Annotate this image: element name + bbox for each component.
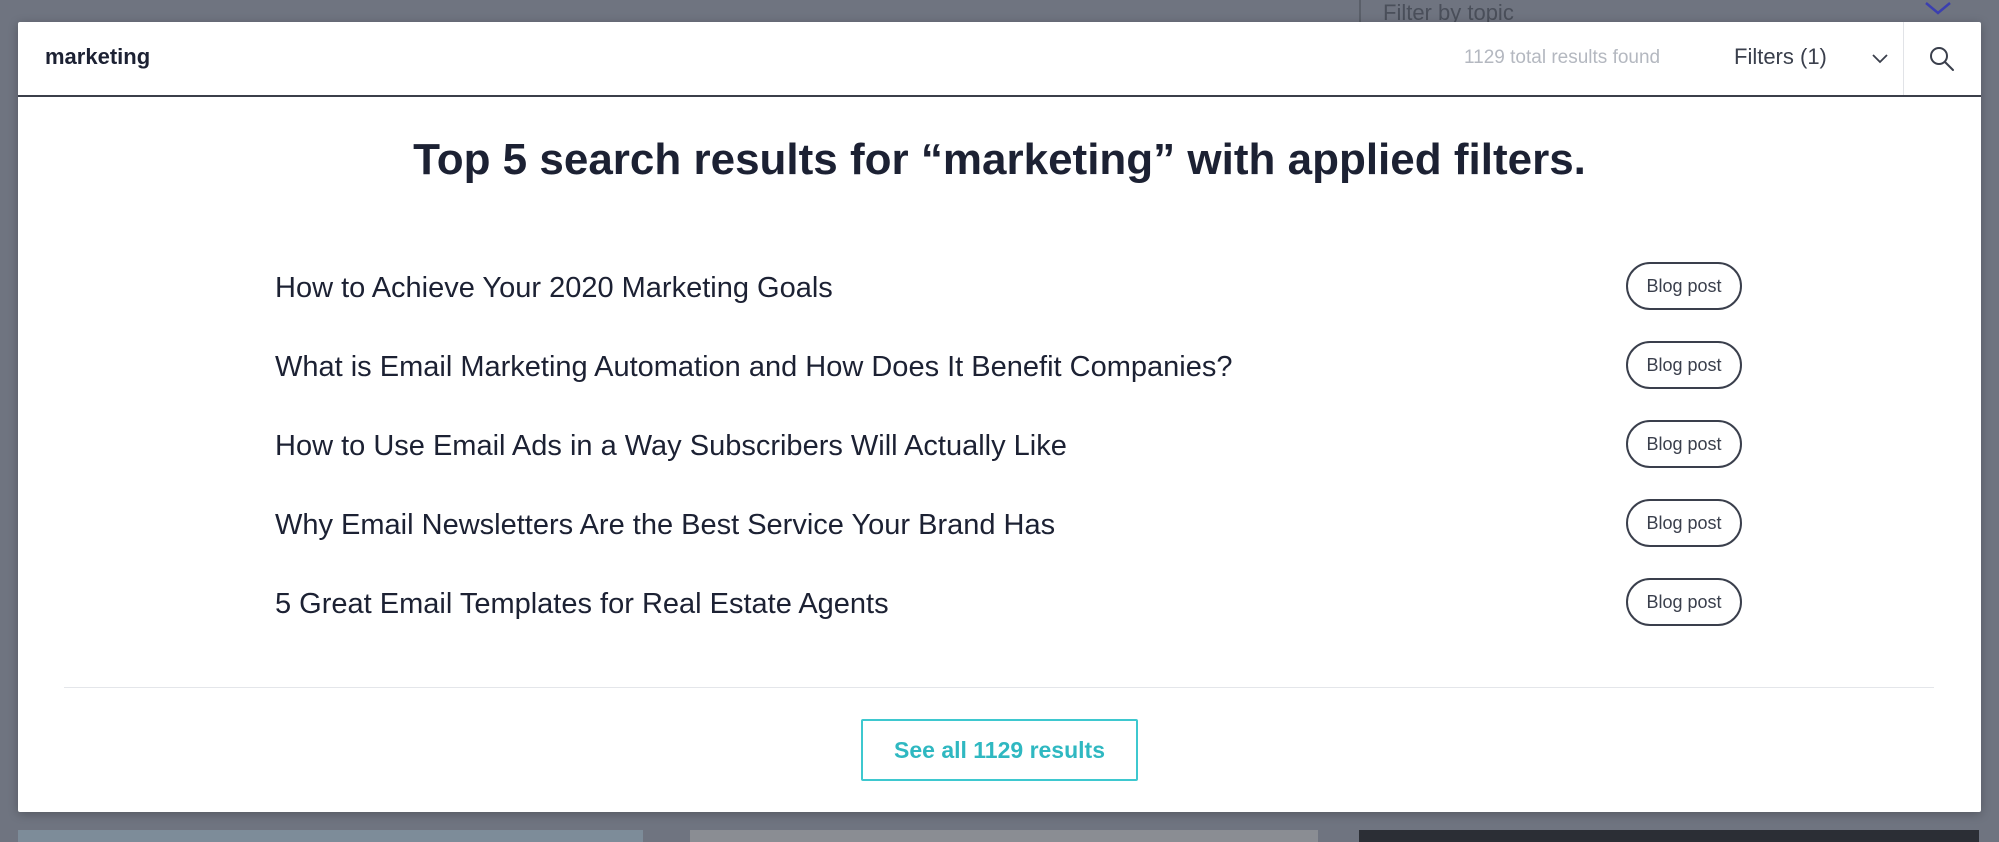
result-title-link[interactable]: How to Achieve Your 2020 Marketing Goals xyxy=(275,272,833,305)
content-type-badge: Blog post xyxy=(1626,578,1742,626)
result-title-link[interactable]: 5 Great Email Templates for Real Estate … xyxy=(275,588,889,621)
search-icon xyxy=(1930,47,1954,71)
see-all-results-button[interactable]: See all 1129 results xyxy=(861,719,1138,781)
search-button[interactable] xyxy=(1904,22,1981,95)
list-item: Why Email Newsletters Are the Best Servi… xyxy=(275,499,1744,578)
background-card-image xyxy=(690,830,1318,842)
search-input[interactable] xyxy=(45,44,945,70)
list-item: How to Use Email Ads in a Way Subscriber… xyxy=(275,420,1744,499)
background-card-image xyxy=(18,830,643,842)
content-type-badge: Blog post xyxy=(1626,499,1742,547)
result-title-link[interactable]: What is Email Marketing Automation and H… xyxy=(275,351,1232,384)
content-type-badge: Blog post xyxy=(1626,420,1742,468)
content-type-badge: Blog post xyxy=(1626,341,1742,389)
filters-dropdown[interactable]: Filters (1) xyxy=(1734,22,1902,95)
results-heading: Top 5 search results for “marketing” wit… xyxy=(413,135,1586,184)
background-card-image xyxy=(1359,830,1979,842)
search-results-panel: 1129 total results found Filters (1) Top… xyxy=(18,22,1981,812)
result-title-link[interactable]: How to Use Email Ads in a Way Subscriber… xyxy=(275,430,1067,463)
result-title-link[interactable]: Why Email Newsletters Are the Best Servi… xyxy=(275,509,1055,542)
search-bar: 1129 total results found Filters (1) xyxy=(18,22,1981,97)
results-list: How to Achieve Your 2020 Marketing Goals… xyxy=(275,262,1744,657)
list-item: What is Email Marketing Automation and H… xyxy=(275,341,1744,420)
list-item: 5 Great Email Templates for Real Estate … xyxy=(275,578,1744,657)
background-topic-filter: Filter by topic xyxy=(1359,0,1999,25)
filters-label: Filters (1) xyxy=(1734,44,1827,69)
chevron-down-icon xyxy=(1923,0,1953,23)
content-type-badge: Blog post xyxy=(1626,262,1742,310)
results-count: 1129 total results found xyxy=(1464,47,1661,68)
chevron-down-icon xyxy=(1871,52,1889,70)
list-item: How to Achieve Your 2020 Marketing Goals… xyxy=(275,262,1744,341)
footer-divider xyxy=(64,687,1934,688)
